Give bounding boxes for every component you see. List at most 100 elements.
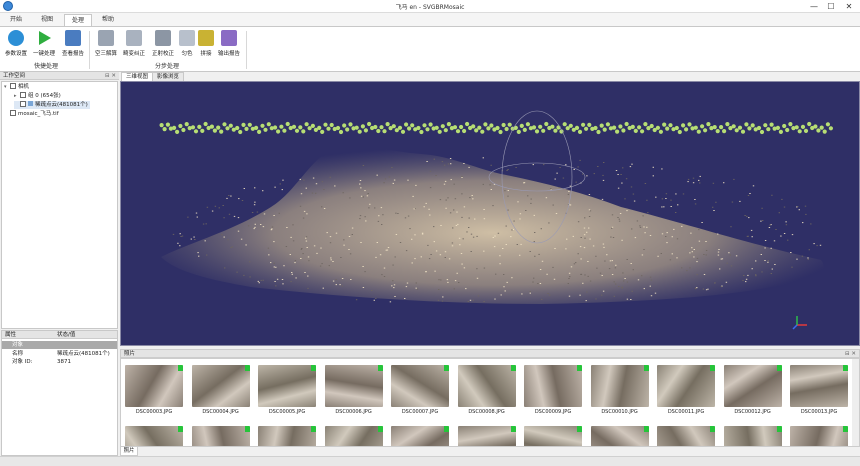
photo-thumbnail[interactable]	[258, 365, 316, 407]
photo-thumbnail[interactable]	[790, 365, 848, 407]
camera-point	[577, 129, 583, 134]
pin-close-icon[interactable]: ⊟ ✕	[845, 350, 856, 358]
terrain-point	[490, 189, 492, 190]
photo-thumbnail[interactable]	[191, 365, 250, 407]
tab-3d-view[interactable]: 三维视图	[121, 72, 154, 81]
terrain-point	[375, 298, 377, 299]
photo-thumbnail[interactable]	[723, 365, 782, 407]
terrain-point	[764, 240, 767, 241]
checkbox[interactable]	[20, 100, 26, 107]
status-flag-icon	[311, 426, 316, 432]
one-click-process-button[interactable]: 一键处理	[31, 30, 57, 60]
terrain-point	[575, 262, 577, 264]
terrain-point	[503, 286, 505, 288]
camera-point	[822, 129, 827, 134]
tab-photos[interactable]: 照片	[120, 447, 138, 456]
close-button[interactable]: ✕	[841, 0, 857, 13]
terrain-point	[646, 199, 648, 201]
tree-item-sparse-cloud[interactable]: 稀疏点云(481081个)	[14, 100, 90, 109]
point-cloud-scene[interactable]	[121, 82, 859, 345]
photo-strip: DSC00003.JPG DSC00004.JPG DSC00005.JPG DSC0…	[120, 358, 860, 447]
photo-thumbnail[interactable]	[657, 426, 715, 446]
photo-thumbnail[interactable]	[657, 365, 715, 407]
tab-help[interactable]: 帮助	[94, 14, 122, 26]
tree-item-mosaic[interactable]: mosaic_飞马.tif	[4, 109, 59, 118]
terrain-point	[785, 224, 788, 226]
terrain-point	[438, 289, 440, 290]
pin-close-icon[interactable]: ⊟ ✕	[105, 72, 116, 80]
camera-point	[345, 127, 350, 132]
terrain-point	[198, 255, 200, 257]
photo-thumbnail[interactable]	[457, 365, 516, 407]
camera-point	[538, 124, 543, 129]
camera-point	[212, 128, 217, 133]
terrain-point	[452, 227, 454, 229]
terrain-point	[471, 195, 473, 196]
tab-image-browse[interactable]: 影像浏览	[152, 72, 185, 81]
photo-thumbnail[interactable]	[524, 365, 582, 407]
terrain-point	[275, 285, 277, 287]
photo-thumbnail[interactable]	[457, 426, 516, 446]
distortion-correction-button[interactable]: 畸变纠正	[121, 30, 147, 60]
terrain-point	[433, 226, 435, 228]
terrain-point	[227, 239, 229, 241]
terrain-point	[774, 264, 776, 265]
terrain-point	[768, 227, 771, 228]
checkbox[interactable]	[10, 109, 16, 116]
view-report-button[interactable]: 查看报告	[60, 30, 86, 60]
ortho-rectify-button[interactable]: 正射校正	[150, 30, 176, 60]
workspace-header: 工作空间 ⊟ ✕	[0, 72, 119, 80]
tab-process[interactable]: 处理	[64, 14, 92, 26]
status-flag-icon	[776, 426, 782, 432]
terrain-point	[375, 256, 377, 258]
photo-thumbnail[interactable]	[125, 426, 183, 446]
photo-thumbnail[interactable]	[258, 426, 316, 446]
photo-thumbnail[interactable]	[324, 426, 383, 446]
minimize-button[interactable]: —	[806, 0, 822, 13]
terrain-point	[444, 251, 447, 253]
aerotriangulation-button[interactable]: 空三解算	[93, 30, 119, 60]
terrain-point	[717, 251, 720, 253]
terrain-point	[621, 287, 623, 289]
parameter-settings-button[interactable]: 参数设置	[3, 30, 29, 60]
status-flag-icon	[710, 426, 715, 432]
photo-thumbnail[interactable]	[391, 426, 449, 446]
terrain-point	[494, 298, 496, 300]
terrain-point	[807, 257, 809, 259]
camera-point	[782, 123, 787, 129]
export-report-button[interactable]: 输出报告	[216, 30, 242, 60]
terrain-point	[273, 262, 275, 264]
terrain-point	[588, 216, 591, 217]
terrain-point	[423, 206, 425, 208]
terrain-point	[468, 227, 470, 228]
photo-thumbnail[interactable]	[324, 365, 383, 407]
tree-item-camera[interactable]: ▾ 相机	[4, 82, 29, 91]
photo-thumbnail[interactable]	[590, 365, 649, 407]
tab-view[interactable]: 视图	[32, 14, 62, 26]
terrain-point	[407, 215, 410, 217]
checkbox[interactable]	[10, 82, 16, 89]
checkbox[interactable]	[20, 91, 26, 98]
photo-thumbnail[interactable]	[590, 426, 649, 446]
terrain-point	[808, 249, 810, 251]
mosaic-button[interactable]: 拼接	[198, 30, 214, 60]
photo-thumbnail[interactable]	[391, 365, 449, 407]
tab-start[interactable]: 开始	[2, 14, 30, 26]
photo-thumbnail[interactable]	[723, 426, 782, 446]
photo-thumbnail[interactable]	[524, 426, 582, 446]
3d-viewport[interactable]	[120, 81, 860, 346]
photo-thumbnail[interactable]	[125, 365, 183, 407]
maximize-button[interactable]: ☐	[823, 0, 839, 13]
photo-thumbnail[interactable]	[790, 426, 848, 446]
terrain-point	[643, 226, 645, 228]
terrain-point	[696, 261, 698, 263]
terrain-point	[360, 195, 363, 197]
camera-point	[562, 122, 567, 127]
photo-filename: DSC00008.JPG	[468, 409, 505, 415]
terrain-point	[579, 246, 582, 248]
terrain-point	[459, 244, 461, 246]
photo-thumbnail[interactable]	[191, 426, 250, 446]
color-balance-button[interactable]: 匀色	[178, 30, 196, 60]
tree-item-group[interactable]: ▸ 组 0 (654张)	[14, 91, 61, 100]
vertical-scrollbar[interactable]	[852, 359, 859, 446]
